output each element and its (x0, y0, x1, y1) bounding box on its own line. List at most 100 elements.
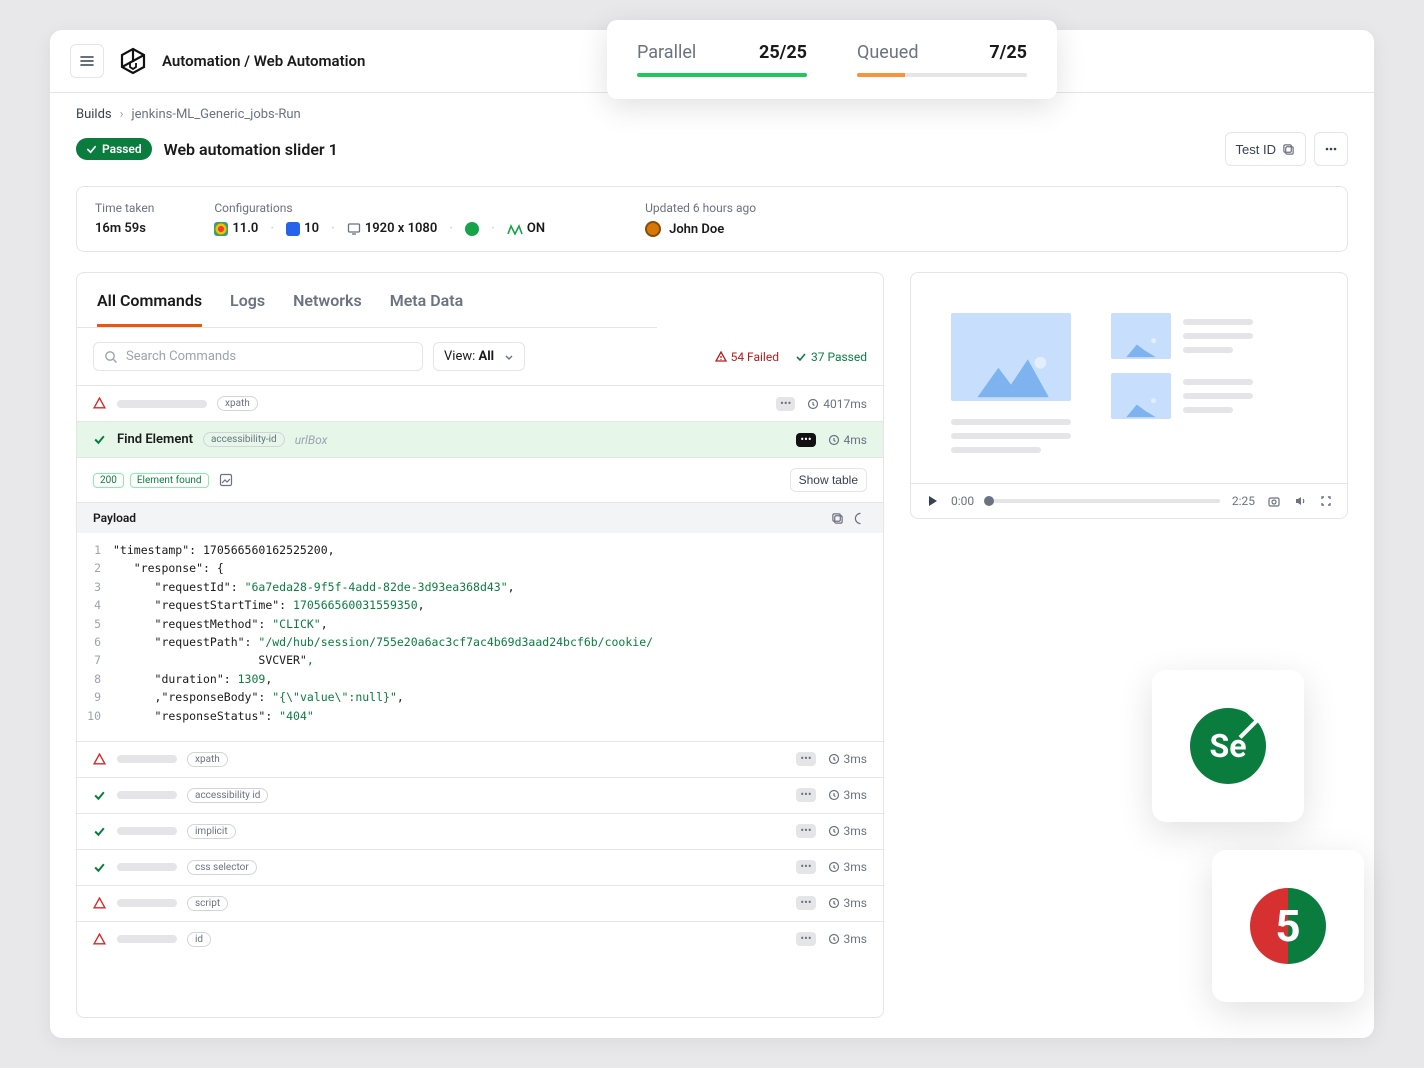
tab-logs[interactable]: Logs (230, 291, 265, 327)
passed-count: 37 Passed (795, 350, 867, 364)
row-dots[interactable]: ••• (796, 752, 815, 766)
queued-label: Queued (857, 42, 918, 63)
command-row[interactable]: xpath•••3ms (77, 741, 883, 777)
search-icon (104, 350, 118, 364)
row-dots[interactable]: ••• (776, 397, 795, 411)
row-dots[interactable]: ••• (796, 433, 815, 447)
command-row-active[interactable]: Find Element accessibility-id urlBox •••… (77, 421, 883, 457)
app-logo (118, 46, 148, 76)
hamburger-icon (79, 53, 95, 69)
selenium-icon: Se (1190, 708, 1266, 784)
row-dots[interactable]: ••• (796, 824, 815, 838)
parallel-value: 25/25 (759, 42, 807, 63)
command-row[interactable]: id•••3ms (77, 921, 883, 957)
volume-icon[interactable] (1293, 494, 1307, 508)
command-name: Find Element (117, 432, 193, 447)
check-icon (795, 351, 807, 363)
locator-pill: accessibility id (187, 788, 268, 803)
breadcrumb-current: jenkins-ML_Generic_jobs-Run (132, 107, 301, 122)
location-icon (465, 222, 479, 236)
summary-card: Time taken 16m 59s Configurations 11.0 ·… (76, 186, 1348, 252)
menu-button[interactable] (70, 44, 104, 78)
breadcrumb-root[interactable]: Builds (76, 107, 112, 122)
check-icon (93, 433, 106, 446)
check-icon (86, 144, 97, 155)
command-row[interactable]: css selector•••3ms (77, 849, 883, 885)
updated-label: Updated 6 hours ago (645, 201, 756, 215)
locator-pill: accessibility-id (203, 432, 285, 447)
selenium-card: Se (1152, 670, 1304, 822)
command-row[interactable]: xpath ••• 4017ms (77, 385, 883, 421)
chrome-icon (214, 222, 228, 236)
time-taken-label: Time taken (95, 201, 154, 215)
fullscreen-icon[interactable] (1319, 494, 1333, 508)
avatar (645, 221, 661, 237)
breadcrumb: Builds › jenkins-ML_Generic_jobs-Run (76, 107, 1348, 122)
play-icon (925, 494, 939, 508)
row-dots[interactable]: ••• (796, 932, 815, 946)
parallel-bar (637, 73, 807, 77)
topbar-title: Automation / Web Automation (162, 52, 365, 70)
row-dots[interactable]: ••• (796, 896, 815, 910)
locator-pill: implicit (187, 824, 236, 839)
more-button[interactable] (1314, 132, 1348, 166)
tab-all-commands[interactable]: All Commands (97, 291, 202, 327)
status-badge: Passed (76, 138, 152, 160)
locator-pill: xpath (187, 752, 228, 767)
warning-icon (715, 351, 727, 363)
payload-code: 1"timestamp": 170566560162525200,2 "resp… (77, 533, 883, 741)
warning-icon (93, 397, 106, 410)
locator-pill: script (187, 896, 228, 911)
video-player-bar: 0:00 2:25 (911, 483, 1347, 518)
image-icon[interactable] (219, 473, 233, 487)
clock-icon (828, 434, 840, 446)
view-select[interactable]: View: All (433, 342, 525, 371)
time-total: 2:25 (1232, 494, 1255, 508)
junit5-icon: 5 (1250, 888, 1326, 964)
time-taken-value: 16m 59s (95, 221, 154, 236)
queued-value: 7/25 (989, 42, 1027, 63)
queued-bar (857, 73, 1027, 77)
tab-metadata[interactable]: Meta Data (390, 291, 464, 327)
preview-card: 0:00 2:25 (910, 272, 1348, 519)
search-input[interactable]: Search Commands (93, 342, 423, 371)
time-current: 0:00 (951, 494, 974, 508)
show-table-button[interactable]: Show table (790, 468, 867, 492)
stats-panel: Parallel 25/25 Queued 7/25 (607, 20, 1057, 99)
copy-icon[interactable] (831, 512, 844, 525)
play-button[interactable] (925, 494, 939, 508)
row-dots[interactable]: ••• (796, 788, 815, 802)
locator-pill: css selector (187, 860, 257, 875)
display-icon (347, 222, 361, 236)
theme-icon[interactable] (854, 512, 867, 525)
windows-icon (286, 222, 300, 236)
junit5-card: 5 (1212, 850, 1364, 1002)
page-title: Web automation slider 1 (164, 140, 338, 159)
preview-image (951, 313, 1071, 401)
camera-icon[interactable] (1267, 494, 1281, 508)
chevron-right-icon: › (120, 107, 124, 122)
row-dots[interactable]: ••• (796, 860, 815, 874)
network-icon (507, 223, 523, 235)
copy-icon (1282, 143, 1295, 156)
dots-horizontal-icon (1324, 142, 1338, 156)
payload-header: Payload (77, 502, 883, 533)
command-row[interactable]: script•••3ms (77, 885, 883, 921)
element-status: Element found (130, 473, 209, 488)
http-code: 200 (93, 473, 124, 488)
tab-networks[interactable]: Networks (293, 291, 362, 327)
command-url: urlBox (295, 433, 328, 447)
preview-thumb (1111, 373, 1171, 419)
command-row[interactable]: implicit•••3ms (77, 813, 883, 849)
tabs: All Commands Logs Networks Meta Data (77, 273, 657, 328)
locator-pill: id (187, 932, 211, 947)
progress-bar[interactable] (986, 499, 1220, 503)
command-row[interactable]: accessibility id•••3ms (77, 777, 883, 813)
user-name: John Doe (669, 222, 724, 237)
preview-thumb (1111, 313, 1171, 359)
clock-icon (807, 398, 819, 410)
configurations-label: Configurations (214, 201, 545, 215)
chevron-down-icon (504, 352, 514, 362)
test-id-button[interactable]: Test ID (1225, 132, 1306, 166)
failed-count: 54 Failed (715, 350, 779, 364)
